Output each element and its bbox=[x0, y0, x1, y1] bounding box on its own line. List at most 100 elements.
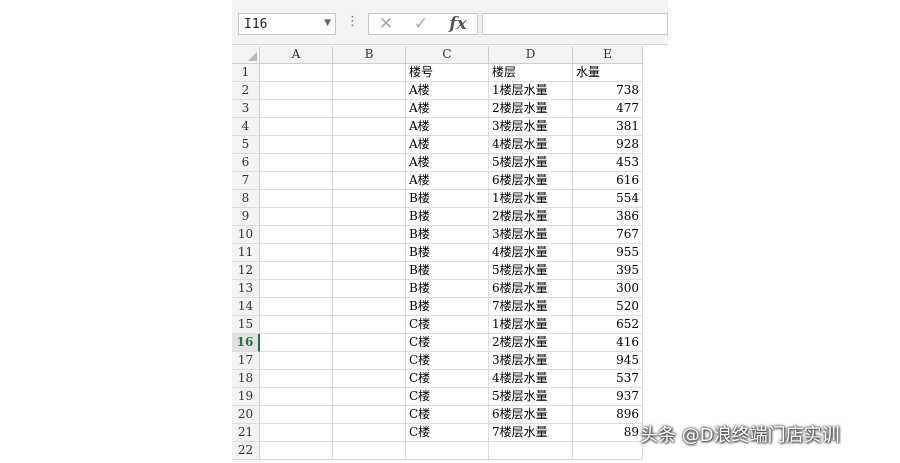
name-box[interactable]: I16 ▼ bbox=[238, 13, 336, 35]
cell-a6[interactable] bbox=[260, 154, 333, 172]
row-header-17[interactable]: 17 bbox=[232, 352, 260, 370]
cell-d2[interactable]: 1楼层水量 bbox=[489, 82, 573, 100]
cell-e1[interactable]: 水量 bbox=[573, 64, 643, 82]
cell-c8[interactable]: B楼 bbox=[406, 190, 489, 208]
cell-e5[interactable]: 928 bbox=[573, 136, 643, 154]
cell-a21[interactable] bbox=[260, 424, 333, 442]
cell-e18[interactable]: 537 bbox=[573, 370, 643, 388]
cell-e8[interactable]: 554 bbox=[573, 190, 643, 208]
cell-b12[interactable] bbox=[333, 262, 406, 280]
cell-b3[interactable] bbox=[333, 100, 406, 118]
cell-c21[interactable]: C楼 bbox=[406, 424, 489, 442]
row-header-22[interactable]: 22 bbox=[232, 442, 260, 460]
cell-a1[interactable] bbox=[260, 64, 333, 82]
cell-e15[interactable]: 652 bbox=[573, 316, 643, 334]
cell-a9[interactable] bbox=[260, 208, 333, 226]
cell-c3[interactable]: A楼 bbox=[406, 100, 489, 118]
column-header-c[interactable]: C bbox=[406, 46, 489, 64]
cell-e2[interactable]: 738 bbox=[573, 82, 643, 100]
row-header-1[interactable]: 1 bbox=[232, 64, 260, 82]
cell-b21[interactable] bbox=[333, 424, 406, 442]
cell-d9[interactable]: 2楼层水量 bbox=[489, 208, 573, 226]
row-header-11[interactable]: 11 bbox=[232, 244, 260, 262]
cell-b7[interactable] bbox=[333, 172, 406, 190]
cell-e21[interactable]: 89 bbox=[573, 424, 643, 442]
cell-b14[interactable] bbox=[333, 298, 406, 316]
cell-e10[interactable]: 767 bbox=[573, 226, 643, 244]
cell-e17[interactable]: 945 bbox=[573, 352, 643, 370]
chevron-down-icon[interactable]: ▼ bbox=[324, 18, 331, 28]
cell-d22[interactable] bbox=[489, 442, 573, 460]
row-header-9[interactable]: 9 bbox=[232, 208, 260, 226]
cell-d14[interactable]: 7楼层水量 bbox=[489, 298, 573, 316]
cell-e11[interactable]: 955 bbox=[573, 244, 643, 262]
cell-e16[interactable]: 416 bbox=[573, 334, 643, 352]
cell-b1[interactable] bbox=[333, 64, 406, 82]
cell-b9[interactable] bbox=[333, 208, 406, 226]
cell-b6[interactable] bbox=[333, 154, 406, 172]
cell-d3[interactable]: 2楼层水量 bbox=[489, 100, 573, 118]
cell-c5[interactable]: A楼 bbox=[406, 136, 489, 154]
row-header-5[interactable]: 5 bbox=[232, 136, 260, 154]
cell-a13[interactable] bbox=[260, 280, 333, 298]
row-header-12[interactable]: 12 bbox=[232, 262, 260, 280]
row-header-7[interactable]: 7 bbox=[232, 172, 260, 190]
cell-c20[interactable]: C楼 bbox=[406, 406, 489, 424]
cell-e3[interactable]: 477 bbox=[573, 100, 643, 118]
cell-d7[interactable]: 6楼层水量 bbox=[489, 172, 573, 190]
cell-a12[interactable] bbox=[260, 262, 333, 280]
column-header-d[interactable]: D bbox=[489, 46, 573, 64]
cell-d18[interactable]: 4楼层水量 bbox=[489, 370, 573, 388]
row-header-8[interactable]: 8 bbox=[232, 190, 260, 208]
cell-d21[interactable]: 7楼层水量 bbox=[489, 424, 573, 442]
cell-c6[interactable]: A楼 bbox=[406, 154, 489, 172]
cell-a11[interactable] bbox=[260, 244, 333, 262]
formula-input[interactable] bbox=[482, 13, 668, 35]
cell-d19[interactable]: 5楼层水量 bbox=[489, 388, 573, 406]
cell-d5[interactable]: 4楼层水量 bbox=[489, 136, 573, 154]
row-header-18[interactable]: 18 bbox=[232, 370, 260, 388]
cell-e22[interactable] bbox=[573, 442, 643, 460]
cell-b5[interactable] bbox=[333, 136, 406, 154]
cell-d16[interactable]: 2楼层水量 bbox=[489, 334, 573, 352]
cell-b13[interactable] bbox=[333, 280, 406, 298]
cancel-x-icon[interactable]: ✕ bbox=[371, 14, 401, 34]
cell-a17[interactable] bbox=[260, 352, 333, 370]
cell-b11[interactable] bbox=[333, 244, 406, 262]
cell-a20[interactable] bbox=[260, 406, 333, 424]
cell-a4[interactable] bbox=[260, 118, 333, 136]
cell-d4[interactable]: 3楼层水量 bbox=[489, 118, 573, 136]
cell-a18[interactable] bbox=[260, 370, 333, 388]
cell-c18[interactable]: C楼 bbox=[406, 370, 489, 388]
cell-c13[interactable]: B楼 bbox=[406, 280, 489, 298]
cell-a7[interactable] bbox=[260, 172, 333, 190]
cell-c16[interactable]: C楼 bbox=[406, 334, 489, 352]
cell-e7[interactable]: 616 bbox=[573, 172, 643, 190]
row-header-15[interactable]: 15 bbox=[232, 316, 260, 334]
cell-c12[interactable]: B楼 bbox=[406, 262, 489, 280]
row-header-19[interactable]: 19 bbox=[232, 388, 260, 406]
cell-d11[interactable]: 4楼层水量 bbox=[489, 244, 573, 262]
row-header-3[interactable]: 3 bbox=[232, 100, 260, 118]
cell-a3[interactable] bbox=[260, 100, 333, 118]
cell-b19[interactable] bbox=[333, 388, 406, 406]
cell-b16[interactable] bbox=[333, 334, 406, 352]
cell-d12[interactable]: 5楼层水量 bbox=[489, 262, 573, 280]
row-header-16[interactable]: 16 bbox=[232, 334, 260, 352]
cell-a2[interactable] bbox=[260, 82, 333, 100]
cell-c19[interactable]: C楼 bbox=[406, 388, 489, 406]
cell-b8[interactable] bbox=[333, 190, 406, 208]
cell-a10[interactable] bbox=[260, 226, 333, 244]
cell-e9[interactable]: 386 bbox=[573, 208, 643, 226]
select-all-button[interactable] bbox=[232, 46, 260, 64]
cell-c22[interactable] bbox=[406, 442, 489, 460]
cell-b18[interactable] bbox=[333, 370, 406, 388]
cell-b22[interactable] bbox=[333, 442, 406, 460]
cell-b10[interactable] bbox=[333, 226, 406, 244]
cell-a5[interactable] bbox=[260, 136, 333, 154]
cell-e14[interactable]: 520 bbox=[573, 298, 643, 316]
insert-function-fx-icon[interactable]: fx bbox=[443, 14, 473, 34]
cell-b4[interactable] bbox=[333, 118, 406, 136]
cell-c4[interactable]: A楼 bbox=[406, 118, 489, 136]
cell-e6[interactable]: 453 bbox=[573, 154, 643, 172]
